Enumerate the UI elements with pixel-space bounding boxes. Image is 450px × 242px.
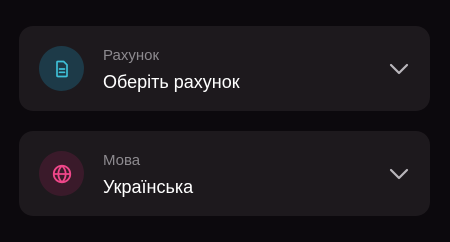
chevron-down-icon[interactable]	[388, 163, 410, 185]
globe-icon	[39, 151, 84, 196]
account-value: Оберіть рахунок	[103, 72, 240, 92]
document-icon	[39, 46, 84, 91]
account-caption: Рахунок	[103, 47, 160, 64]
account-selector[interactable]: Рахунок Оберіть рахунок	[19, 26, 430, 111]
language-caption: Мова	[103, 152, 141, 169]
language-selector[interactable]: Мова Українська	[19, 131, 430, 216]
language-value: Українська	[103, 177, 194, 197]
chevron-down-icon[interactable]	[388, 58, 410, 80]
